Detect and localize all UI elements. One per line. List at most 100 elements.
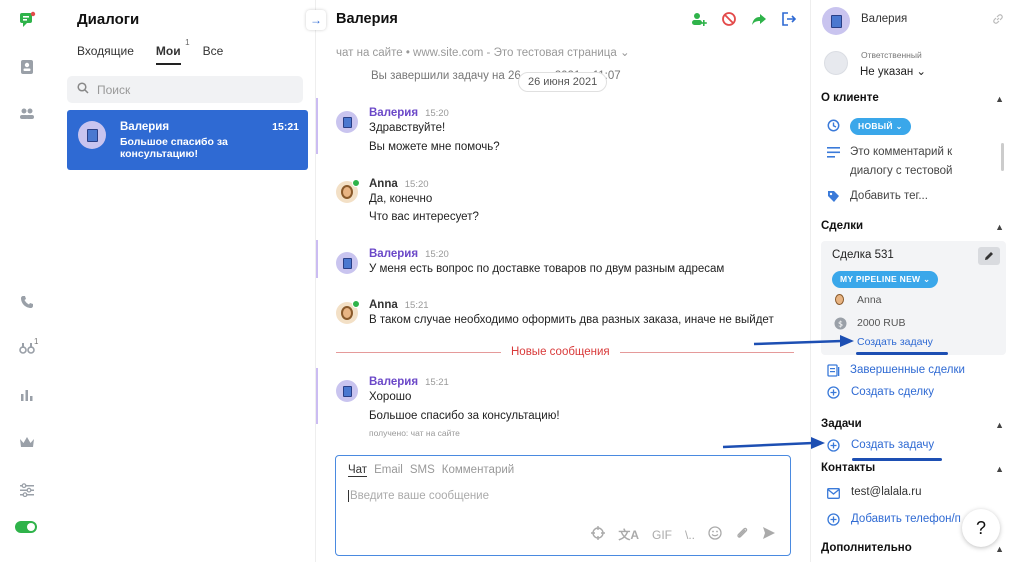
composer-tab-comment[interactable]: Комментарий — [442, 464, 514, 477]
operator-avatar — [336, 179, 360, 203]
author-name: Anna — [369, 178, 398, 190]
deal-owner-avatar — [833, 293, 847, 307]
send-icon[interactable] — [762, 526, 776, 543]
section-about-client[interactable]: О клиенте — [821, 92, 879, 104]
section-deals[interactable]: Сделки — [821, 220, 863, 232]
client-comment-line[interactable]: диалогу с тестовой — [850, 165, 952, 177]
book-icon — [86, 128, 98, 142]
forward-icon[interactable] — [750, 10, 768, 28]
crosshair-icon[interactable] — [591, 526, 606, 543]
operator-avatar — [336, 300, 360, 324]
add-phone-link[interactable]: Добавить телефон/п — [851, 513, 961, 525]
composer-tab-sms[interactable]: SMS — [410, 464, 435, 477]
message-author: Anna 15:20 — [369, 178, 429, 190]
client-comment-line[interactable]: Это комментарий к — [850, 146, 952, 158]
settings-sliders-icon[interactable] — [17, 480, 37, 500]
stats-bars-icon[interactable] — [17, 385, 37, 405]
client-message-bar — [316, 240, 318, 278]
message-author: Валерия 15:21 — [369, 376, 449, 388]
dialogs-panel: Диалоги Входящие Мои 1 Все Поиск Валерия … — [54, 0, 314, 562]
svg-text:$: $ — [837, 319, 842, 328]
message-time: 15:20 — [425, 108, 449, 119]
message-line: Большое спасибо за консультацию! — [369, 410, 560, 422]
team-icon[interactable] — [17, 104, 37, 124]
tab-incoming[interactable]: Входящие — [77, 44, 134, 65]
scrollbar[interactable] — [1001, 143, 1004, 171]
help-button[interactable]: ? — [962, 509, 1000, 547]
composer-tools: 文A GIF \.. — [591, 526, 776, 543]
templates-button[interactable]: \.. — [685, 528, 695, 542]
message-line: У меня есть вопрос по доставке товаров п… — [369, 263, 725, 275]
composer-tab-chat[interactable]: Чат — [348, 464, 368, 477]
status-pill[interactable]: НОВЫЙ ⌄ — [850, 118, 911, 135]
author-name: Валерия — [369, 376, 419, 388]
add-user-icon[interactable] — [690, 10, 708, 28]
client-message-bar — [316, 368, 318, 424]
left-rail: 1 — [0, 0, 54, 562]
add-tag-button[interactable]: Добавить тег... — [850, 190, 928, 202]
message-input[interactable]: Введите ваше сообщение — [348, 490, 489, 502]
status-clock-icon — [826, 118, 840, 132]
message-author: Валерия 15:20 — [369, 248, 449, 260]
annotation-underline — [852, 458, 942, 461]
composer-tab-email[interactable]: Email — [374, 464, 403, 477]
arrow-right-icon[interactable]: → — [306, 10, 326, 30]
book-icon — [342, 116, 352, 128]
exit-icon[interactable] — [780, 10, 798, 28]
tab-mine[interactable]: Мои 1 — [155, 38, 190, 65]
message-line: Хорошо — [369, 391, 412, 403]
search-input[interactable]: Поиск — [67, 76, 303, 103]
crown-icon[interactable] — [17, 432, 37, 452]
phone-icon[interactable] — [17, 292, 37, 312]
link-icon[interactable] — [992, 13, 1004, 28]
book-icon — [342, 257, 352, 269]
user-placeholder-icon — [824, 51, 848, 75]
dialogs-title: Диалоги — [77, 11, 140, 28]
plus-circle-icon — [826, 512, 840, 526]
received-via: получено: чат на сайте — [369, 428, 460, 438]
chevron-up-icon[interactable]: ▲ — [995, 544, 1004, 554]
online-toggle[interactable] — [15, 521, 37, 533]
pencil-icon[interactable] — [978, 247, 1000, 265]
author-name: Anna — [369, 299, 398, 311]
create-task-link[interactable]: Создать задачу — [851, 439, 934, 451]
new-messages-label: Новые сообщения — [501, 346, 620, 358]
contacts-book-icon[interactable] — [17, 57, 37, 77]
dialog-item-preview: Большое спасибо за консультацию! — [120, 136, 228, 160]
pipeline-pill[interactable]: MY PIPELINE NEW ⌄ — [832, 271, 939, 288]
responsible-select[interactable]: Не указан ⌄ — [860, 64, 926, 78]
gif-button[interactable]: GIF — [652, 528, 672, 542]
message-author: Валерия 15:20 — [369, 107, 449, 119]
chevron-up-icon[interactable]: ▲ — [995, 420, 1004, 430]
section-contacts[interactable]: Контакты — [821, 462, 875, 474]
section-extra[interactable]: Дополнительно — [821, 542, 912, 554]
message-time: 15:20 — [425, 249, 449, 260]
chat-logo-icon[interactable] — [17, 10, 37, 30]
chevron-up-icon[interactable]: ▲ — [995, 222, 1004, 232]
search-icon — [77, 82, 89, 97]
emoji-icon[interactable] — [708, 526, 722, 543]
dialog-item[interactable]: Валерия 15:21 Большое спасибо за консуль… — [67, 110, 308, 170]
chevron-up-icon[interactable]: ▲ — [995, 464, 1004, 474]
message-line: Вы можете мне помочь? — [369, 141, 500, 153]
message-time: 15:21 — [425, 377, 449, 388]
message-line: Да, конечно — [369, 193, 433, 205]
avatar — [336, 111, 358, 133]
block-icon[interactable] — [720, 10, 738, 28]
deal-name: Сделка 531 — [832, 249, 894, 261]
chat-panel: → Валерия чат на сайте • www.site.com - … — [306, 0, 811, 562]
chat-title: Валерия — [336, 11, 398, 27]
contact-email[interactable]: test@lalala.ru — [851, 486, 921, 498]
author-name: Валерия — [369, 107, 419, 119]
chevron-up-icon[interactable]: ▲ — [995, 94, 1004, 104]
responsible-label: Ответственный — [861, 50, 922, 60]
deal-create-task-link[interactable]: Создать задачу — [857, 336, 933, 348]
create-deal-link[interactable]: Создать сделку — [851, 386, 934, 398]
translate-icon[interactable]: 文A — [618, 526, 639, 543]
completed-deals-link[interactable]: Завершенные сделки — [850, 364, 965, 376]
message-composer[interactable]: Чат Email SMS Комментарий Введите ваше с… — [335, 455, 791, 556]
comment-lines-icon — [826, 145, 840, 159]
tab-all[interactable]: Все — [203, 44, 224, 65]
attach-icon[interactable] — [735, 526, 749, 543]
chat-source[interactable]: чат на сайте • www.site.com - Это тестов… — [336, 45, 630, 59]
